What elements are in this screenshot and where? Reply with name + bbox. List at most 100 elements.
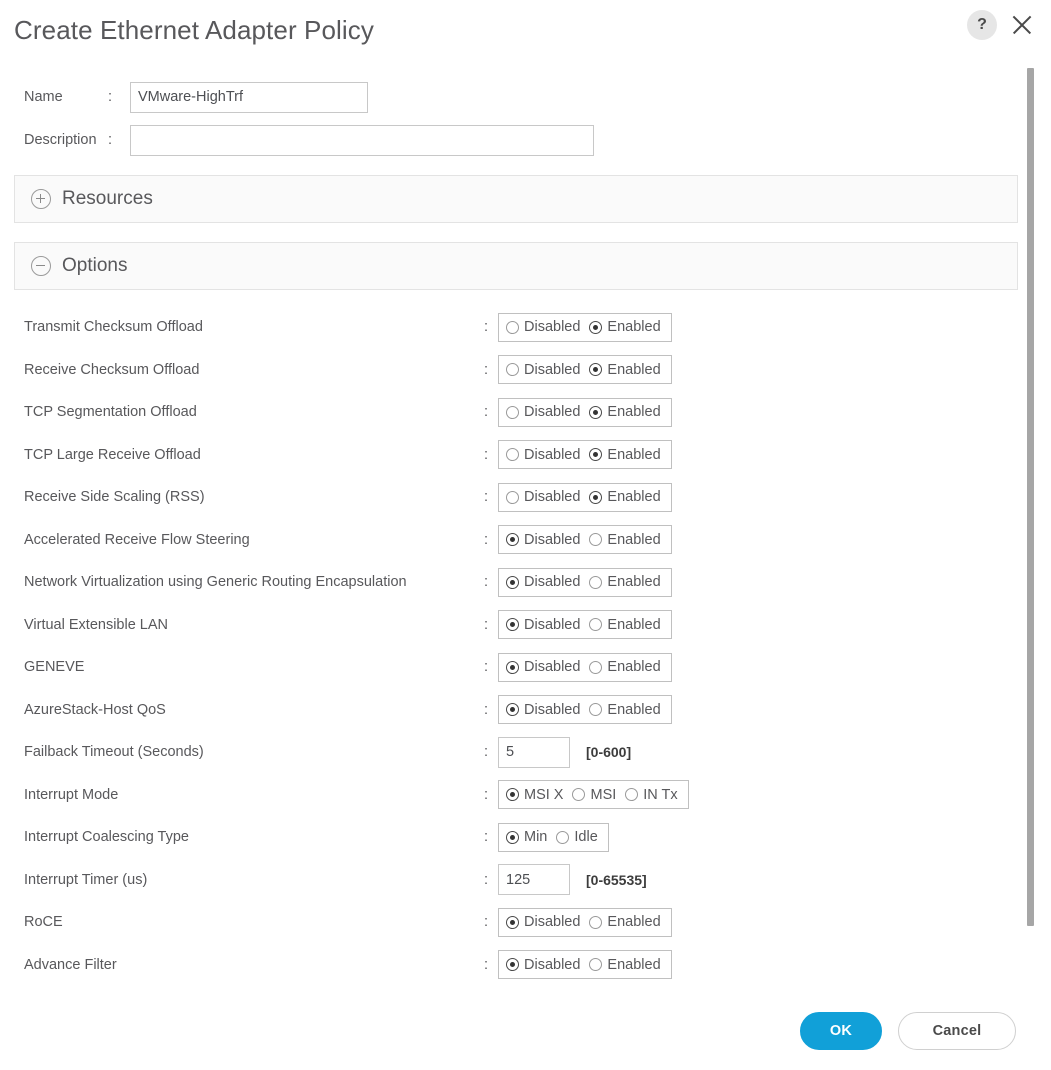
radio-dot-icon xyxy=(589,703,603,717)
radio-option-label: Disabled xyxy=(524,956,581,973)
radio-group: Disabled Enabled xyxy=(498,397,672,427)
radio-option[interactable]: Enabled xyxy=(589,702,663,718)
option-colon: : xyxy=(484,786,489,803)
description-input[interactable] xyxy=(130,124,594,156)
radio-group: Min Idle xyxy=(498,822,609,852)
option-colon: : xyxy=(484,616,489,633)
close-icon[interactable] xyxy=(1009,12,1035,38)
number-input[interactable] xyxy=(498,736,570,768)
radio-dot-icon xyxy=(506,448,519,462)
radio-option-label: Disabled xyxy=(524,489,581,506)
radio-option[interactable]: Disabled xyxy=(506,532,583,548)
radio-option-label: Disabled xyxy=(524,616,581,633)
section-header-options[interactable]: Options xyxy=(14,242,1018,290)
option-colon: : xyxy=(484,489,489,506)
radio-option[interactable]: Enabled xyxy=(589,659,663,675)
radio-option[interactable]: Enabled xyxy=(589,362,663,378)
radio-option[interactable]: Enabled xyxy=(589,957,663,973)
option-row: Interrupt Timer (us): [0-65535] xyxy=(0,859,1032,902)
radio-option[interactable]: Disabled xyxy=(506,659,583,675)
option-colon: : xyxy=(484,531,489,548)
option-row: Interrupt Coalescing Type: Min Idle xyxy=(0,816,1032,859)
radio-option[interactable]: Enabled xyxy=(589,574,663,590)
radio-dot-icon xyxy=(589,405,603,419)
option-control: Disabled Enabled xyxy=(498,610,672,640)
radio-option[interactable]: Disabled xyxy=(506,574,583,590)
option-row: Failback Timeout (Seconds): [0-600] xyxy=(0,731,1032,774)
radio-option[interactable]: Disabled xyxy=(506,957,583,973)
option-row: GENEVE: Disabled Enabled xyxy=(0,646,1032,689)
radio-option-label: Enabled xyxy=(607,489,661,506)
radio-option[interactable]: Enabled xyxy=(589,319,663,335)
radio-dot-icon xyxy=(506,618,519,632)
radio-option-label: IN Tx xyxy=(643,786,678,803)
option-row: Transmit Checksum Offload: Disabled Enable… xyxy=(0,306,1032,349)
radio-dot-icon xyxy=(506,363,519,377)
radio-option[interactable]: Enabled xyxy=(589,447,663,463)
option-control: Disabled Enabled xyxy=(498,950,672,980)
option-row: Accelerated Receive Flow Steering: Disabl… xyxy=(0,519,1032,562)
radio-option[interactable]: MSI xyxy=(572,787,619,803)
radio-group: Disabled Enabled xyxy=(498,695,672,725)
option-colon: : xyxy=(484,574,489,591)
option-colon: : xyxy=(484,829,489,846)
radio-dot-icon xyxy=(625,788,639,802)
radio-option[interactable]: Enabled xyxy=(589,617,663,633)
radio-group: Disabled Enabled xyxy=(498,907,672,937)
header-actions: ? xyxy=(967,10,1035,40)
name-input[interactable] xyxy=(130,81,368,113)
radio-option[interactable]: Idle xyxy=(556,829,600,845)
radio-option-label: MSI X xyxy=(524,786,564,803)
ok-button[interactable]: OK xyxy=(800,1012,882,1050)
range-hint: [0-65535] xyxy=(586,871,647,888)
option-row: Receive Checksum Offload: Disabled Enabled xyxy=(0,349,1032,392)
radio-option[interactable]: Enabled xyxy=(589,404,663,420)
radio-dot-icon xyxy=(506,788,519,802)
radio-option[interactable]: Disabled xyxy=(506,702,583,718)
option-row: AzureStack-Host QoS: Disabled Enabled xyxy=(0,689,1032,732)
radio-option[interactable]: Disabled xyxy=(506,489,583,505)
radio-option[interactable]: Disabled xyxy=(506,404,583,420)
number-input[interactable] xyxy=(498,864,570,896)
section-header-resources[interactable]: Resources xyxy=(14,175,1018,223)
option-control: Disabled Enabled xyxy=(498,397,672,427)
radio-option-label: Disabled xyxy=(524,531,581,548)
radio-dot-icon xyxy=(506,575,519,589)
radio-dot-icon xyxy=(589,448,603,462)
section-title-options: Options xyxy=(62,255,128,276)
option-colon: : xyxy=(484,319,489,336)
radio-option[interactable]: Disabled xyxy=(506,319,583,335)
radio-option[interactable]: MSI X xyxy=(506,787,566,803)
radio-option[interactable]: Disabled xyxy=(506,447,583,463)
radio-option[interactable]: Enabled xyxy=(589,489,663,505)
radio-option[interactable]: Enabled xyxy=(589,914,663,930)
radio-dot-icon xyxy=(589,958,603,972)
option-label: Receive Checksum Offload xyxy=(24,361,200,378)
minus-circle-icon xyxy=(31,256,51,276)
radio-option-label: Enabled xyxy=(607,404,661,421)
radio-option[interactable]: Min xyxy=(506,829,550,845)
option-label: TCP Large Receive Offload xyxy=(24,446,201,463)
help-question-icon[interactable]: ? xyxy=(967,10,997,40)
radio-option[interactable]: Enabled xyxy=(589,532,663,548)
radio-option-label: Enabled xyxy=(607,446,661,463)
name-label: Name xyxy=(24,89,63,105)
option-label: Interrupt Timer (us) xyxy=(24,871,148,888)
section-title-resources: Resources xyxy=(62,188,153,209)
radio-option-label: Enabled xyxy=(607,361,661,378)
option-control: Disabled Enabled xyxy=(498,355,672,385)
cancel-button[interactable]: Cancel xyxy=(898,1012,1016,1050)
option-row: TCP Large Receive Offload: Disabled Enable… xyxy=(0,434,1032,477)
radio-group: Disabled Enabled xyxy=(498,652,672,682)
radio-option-label: Min xyxy=(524,829,548,846)
scrollbar-thumb[interactable] xyxy=(1027,68,1034,926)
radio-option[interactable]: Disabled xyxy=(506,914,583,930)
option-label: Interrupt Mode xyxy=(24,786,119,803)
option-control: Min Idle xyxy=(498,822,609,852)
option-control: [0-600] xyxy=(498,736,631,768)
radio-option[interactable]: Disabled xyxy=(506,617,583,633)
option-colon: : xyxy=(484,744,489,761)
radio-option[interactable]: Disabled xyxy=(506,362,583,378)
radio-option[interactable]: IN Tx xyxy=(625,787,680,803)
option-label: Advance Filter xyxy=(24,956,117,973)
